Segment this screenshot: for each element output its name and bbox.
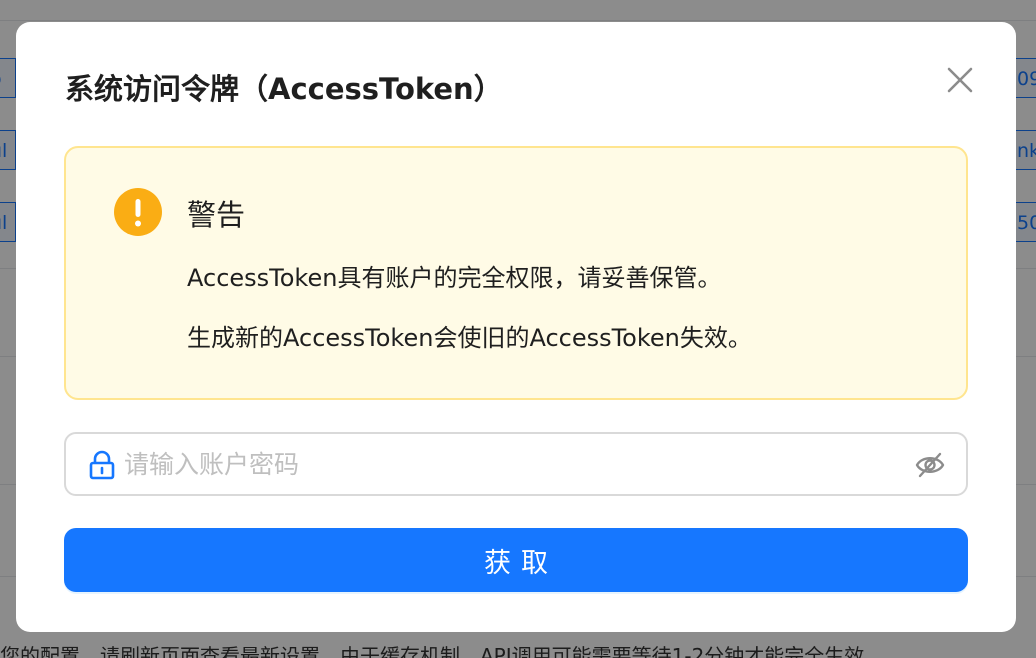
eye-invisible-icon[interactable] (914, 450, 946, 480)
close-button[interactable] (942, 62, 978, 98)
alert-message-line: AccessToken具有账户的完全权限，请妥善保管。 (187, 264, 722, 292)
password-input[interactable] (124, 442, 894, 486)
lock-icon (89, 450, 115, 480)
warning-icon (114, 188, 162, 236)
alert-title: 警告 (187, 198, 246, 232)
alert-message-line: 生成新的AccessToken会使旧的AccessToken失效。 (187, 324, 752, 352)
fetch-token-button[interactable]: 获取 (64, 528, 968, 592)
close-icon (947, 67, 973, 93)
modal-title: 系统访问令牌（AccessToken） (65, 72, 503, 106)
access-token-modal: 系统访问令牌（AccessToken） 警告 AccessToken具有账户的完… (16, 22, 1016, 632)
password-field[interactable] (64, 432, 968, 496)
warning-alert: 警告 AccessToken具有账户的完全权限，请妥善保管。 生成新的Acces… (64, 146, 968, 400)
